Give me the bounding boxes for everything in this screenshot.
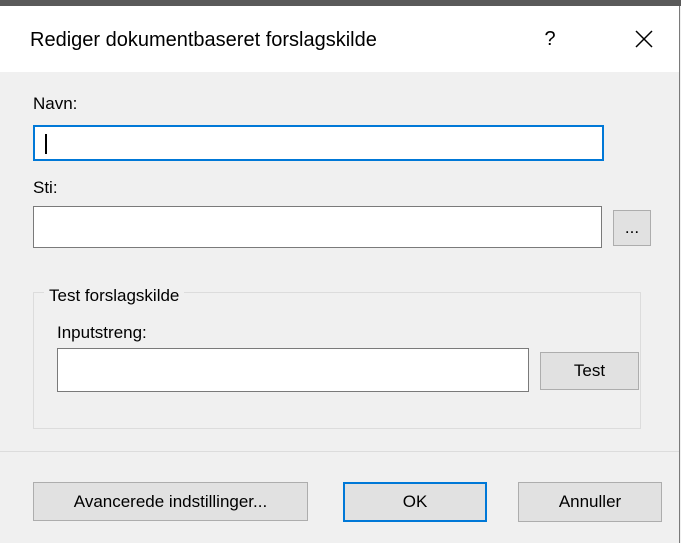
title-bar: Rediger dokumentbaseret forslagskilde ? xyxy=(0,6,679,72)
path-label: Sti: xyxy=(33,178,58,197)
dialog-title: Rediger dokumentbaseret forslagskilde xyxy=(30,29,377,51)
ok-button[interactable]: OK xyxy=(343,482,487,522)
name-label: Navn: xyxy=(33,94,78,113)
cancel-button[interactable]: Annuller xyxy=(518,482,662,522)
close-icon xyxy=(635,30,653,48)
text-caret xyxy=(45,134,47,154)
input-string-field[interactable] xyxy=(57,348,529,392)
path-input[interactable] xyxy=(33,206,602,248)
footer-separator xyxy=(0,451,679,452)
input-string-label: Inputstreng: xyxy=(57,323,147,342)
test-button[interactable]: Test xyxy=(540,352,639,390)
close-button[interactable] xyxy=(622,20,666,58)
edit-suggestion-source-dialog: Rediger dokumentbaseret forslagskilde ? … xyxy=(0,6,680,543)
help-button[interactable]: ? xyxy=(530,20,570,58)
name-input[interactable] xyxy=(33,125,604,161)
advanced-settings-button[interactable]: Avancerede indstillinger... xyxy=(33,482,308,521)
test-group-title: Test forslagskilde xyxy=(44,286,185,306)
browse-button[interactable]: ... xyxy=(613,210,651,246)
